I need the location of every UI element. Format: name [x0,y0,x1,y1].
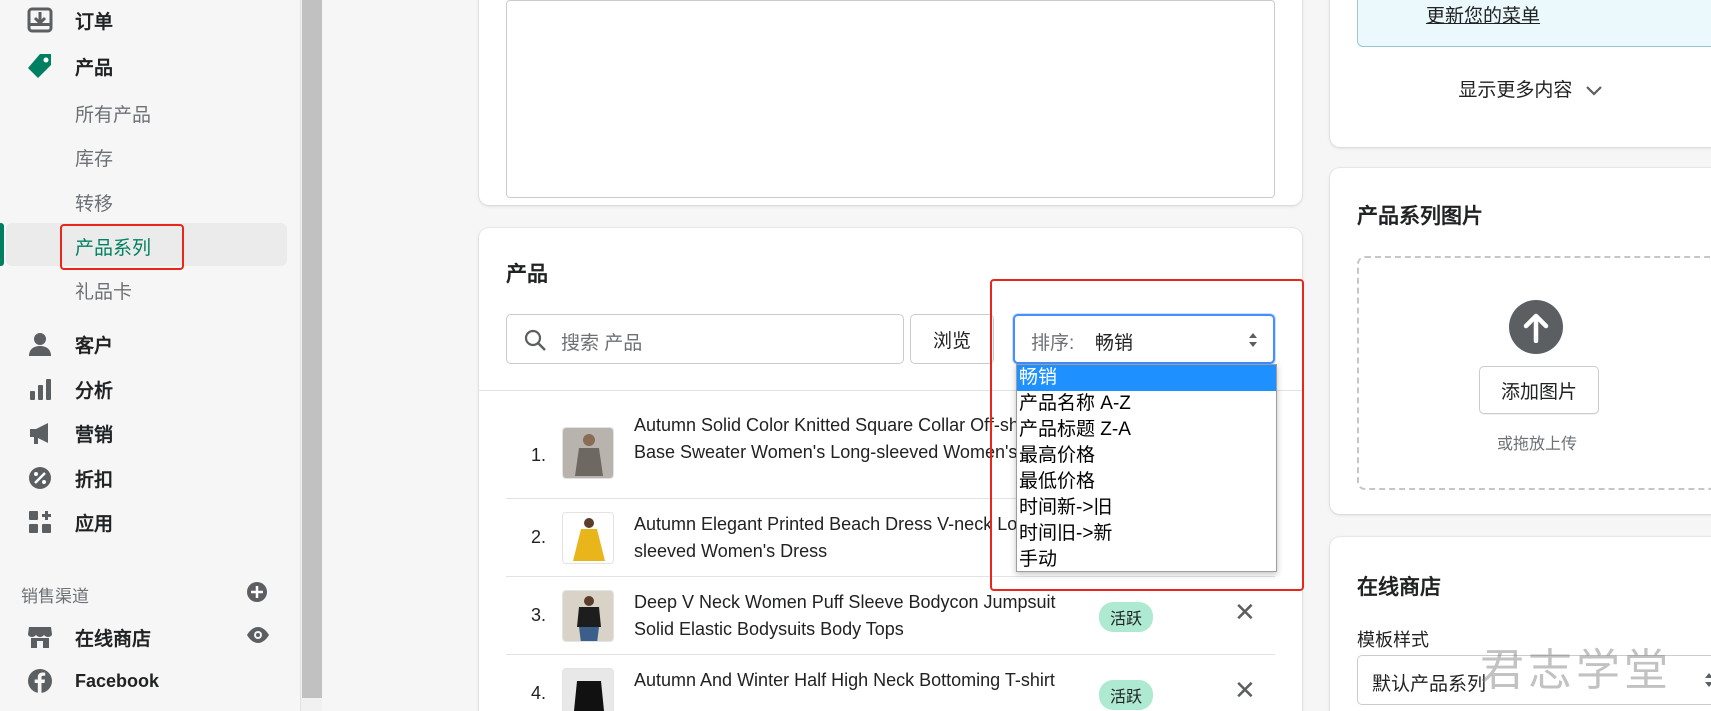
chevron-down-icon [1585,80,1602,102]
sidebar-item-label: 订单 [75,11,114,33]
sidebar-sub-all-products[interactable]: 所有产品 [75,100,151,127]
sort-option-manual[interactable]: 手动 [1017,547,1276,573]
row-number: 2. [530,527,546,547]
sidebar-item-label: 分析 [75,380,114,402]
navigation-card: 更新您的菜单 显示更多内容 [1330,0,1711,147]
sort-options-dropdown[interactable]: 畅销 产品名称 A-Z 产品标题 Z-A 最高价格 最低价格 时间新->旧 时间… [1016,364,1277,572]
collection-image-title: 产品系列图片 [1357,205,1483,228]
product-title[interactable]: Deep V Neck Women Puff Sleeve Bodycon Ju… [634,589,1094,643]
remove-product-icon[interactable]: ✕ [1234,675,1256,706]
sidebar-sub-inventory[interactable]: 库存 [75,144,113,171]
sort-option-name-az[interactable]: 产品名称 A-Z [1017,391,1276,417]
sort-option-highest-price[interactable]: 最高价格 [1017,443,1276,469]
sidebar-sub-gift-cards[interactable]: 礼品卡 [75,277,132,304]
active-item-indicator [0,223,4,266]
product-thumbnail [562,512,614,564]
update-menu-link[interactable]: 更新您的菜单 [1426,1,1540,28]
sidebar-scrollbar[interactable] [300,0,322,711]
collection-image-card: 产品系列图片 添加图片 或拖放上传 [1330,168,1711,514]
template-value: 默认产品系列 [1372,674,1487,695]
add-channel-icon[interactable] [246,581,268,608]
sort-option-bestselling[interactable]: 畅销 [1017,365,1276,391]
row-number: 4. [530,683,546,703]
sidebar-item-label: 折扣 [75,469,114,491]
table-row[interactable]: 4. Autumn And Winter Half High Neck Bott… [506,656,1275,711]
product-title[interactable]: Autumn And Winter Half High Neck Bottomi… [634,667,1094,694]
sales-channels-label: 销售渠道 [21,587,89,606]
sort-select[interactable]: 排序: 畅销 [1013,314,1275,364]
search-icon [523,328,547,357]
sort-value: 畅销 [1095,333,1134,354]
products-card-title: 产品 [506,263,548,286]
image-drop-zone[interactable]: 添加图片 或拖放上传 [1357,256,1711,490]
watermark-text: 君志学堂 [1480,645,1672,696]
product-thumbnail [562,668,614,711]
status-badge: 活跃 [1099,680,1154,710]
store-icon [26,623,54,651]
eye-icon[interactable] [246,626,270,649]
sidebar-sub-transfers[interactable]: 转移 [75,189,113,216]
sidebar: 订单 产品 所有产品 库存 转移 产品系列 礼品卡 客户 分析 营销 折扣 应用… [0,0,300,711]
select-arrows-icon [1703,670,1711,695]
orders-icon [26,6,54,34]
show-more-label: 显示更多内容 [1458,80,1573,101]
tag-icon [26,52,54,80]
description-editor[interactable] [506,0,1275,198]
online-store-title: 在线商店 [1357,576,1441,599]
sidebar-item-label: 客户 [75,335,114,357]
template-label: 模板样式 [1357,630,1429,650]
sidebar-item-label: 应用 [75,513,114,535]
person-icon [26,330,54,358]
sidebar-item-label: 产品 [75,57,114,79]
bar-chart-icon [26,375,54,403]
sidebar-item-label: Facebook [75,670,160,691]
sort-option-newest[interactable]: 时间新->旧 [1017,495,1276,521]
description-card [479,0,1302,205]
product-search-input[interactable]: 搜索 产品 [506,314,904,364]
select-arrows-icon [1247,330,1259,355]
facebook-icon [26,667,54,695]
discount-icon [26,464,54,492]
table-row[interactable]: 3. Deep V Neck Women Puff Sleeve Bodycon… [506,578,1275,655]
sidebar-item-label: 在线商店 [75,628,152,650]
upload-arrow-icon [1509,300,1563,354]
sort-option-oldest[interactable]: 时间旧->新 [1017,521,1276,547]
row-number: 3. [530,605,546,625]
megaphone-icon [26,419,54,447]
browse-button[interactable]: 浏览 [910,314,994,364]
show-more-button[interactable]: 显示更多内容 [1330,75,1711,102]
sort-option-title-za[interactable]: 产品标题 Z-A [1017,417,1276,443]
product-thumbnail [562,590,614,642]
remove-product-icon[interactable]: ✕ [1234,597,1256,628]
menu-banner: 更新您的菜单 [1357,0,1711,47]
drag-drop-hint: 或拖放上传 [1496,436,1577,453]
product-thumbnail [562,427,614,479]
apps-icon [26,508,54,536]
sort-option-lowest-price[interactable]: 最低价格 [1017,469,1276,495]
sort-prefix: 排序: [1031,333,1075,354]
status-badge: 活跃 [1099,602,1154,632]
row-number: 1. [530,445,546,465]
scrollbar-thumb[interactable] [302,0,322,698]
add-image-button[interactable]: 添加图片 [1479,366,1599,414]
highlight-box-collections [60,224,184,270]
search-placeholder: 搜索 产品 [561,333,643,354]
sidebar-item-label: 营销 [75,424,114,446]
